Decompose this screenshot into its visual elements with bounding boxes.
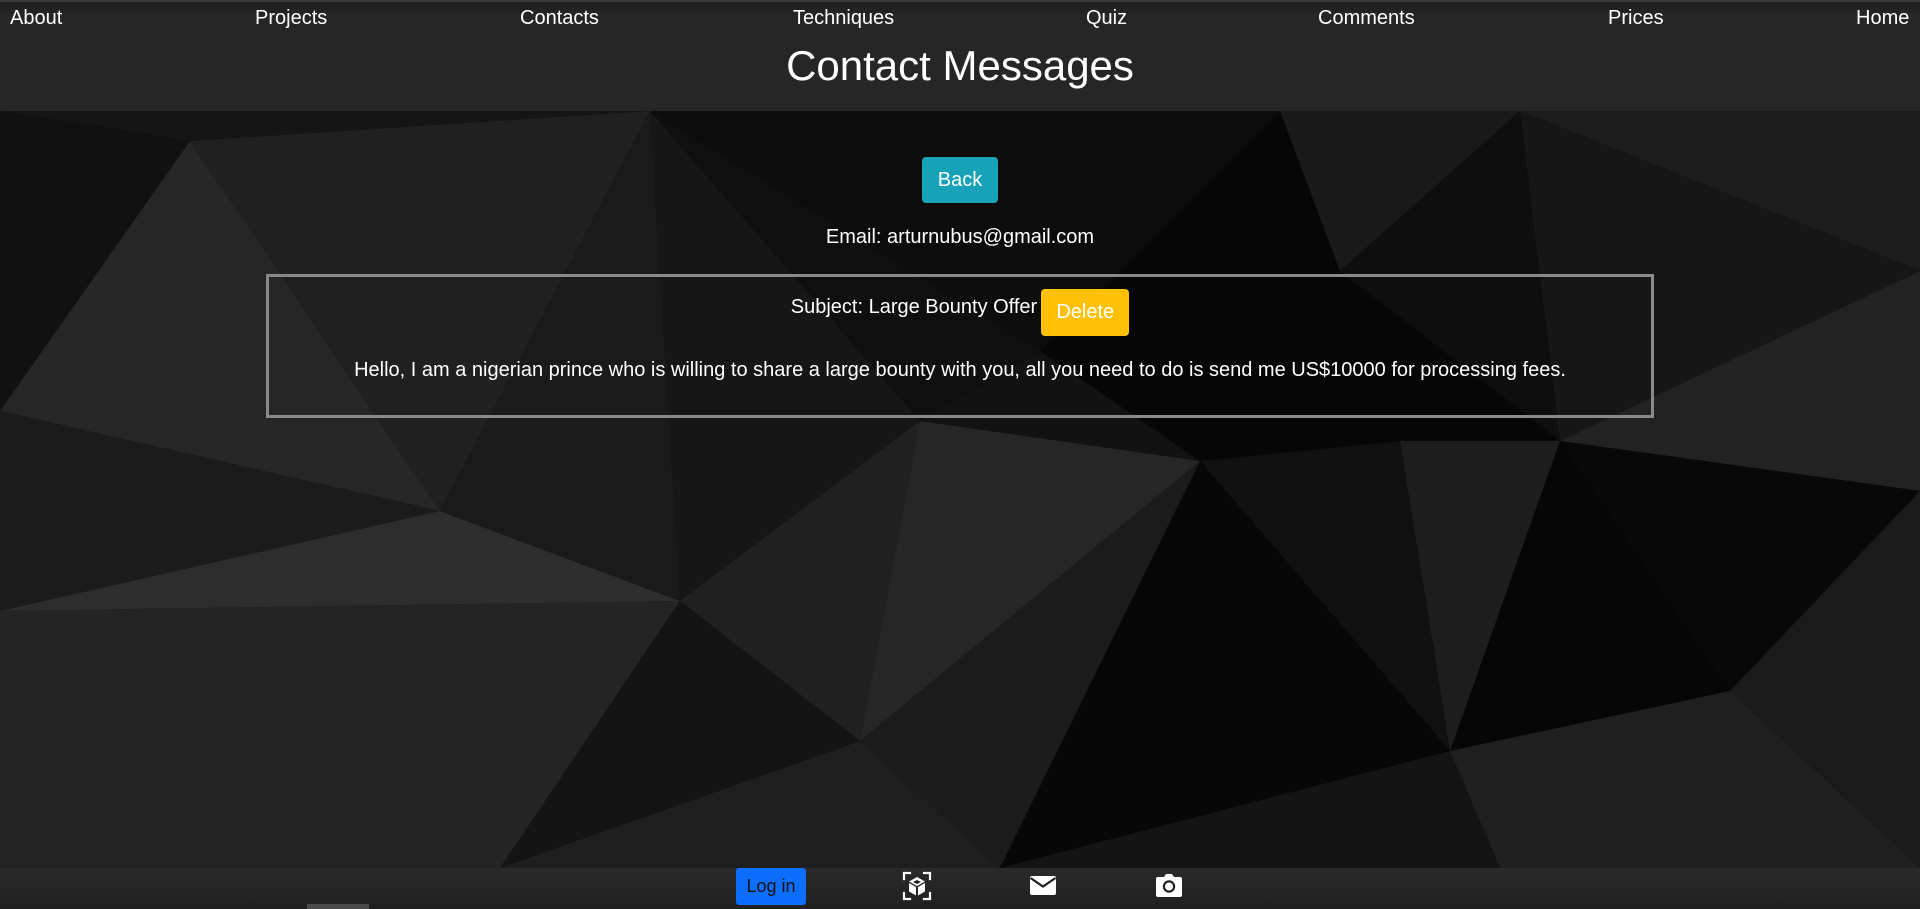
nav-item-comments[interactable]: Comments [1318,7,1415,30]
nav-item-contacts[interactable]: Contacts [520,7,599,30]
ar-cube-icon[interactable] [901,870,933,902]
subject-row: Subject: Large Bounty Offer Delete [269,289,1651,336]
background-polygons [0,111,1920,868]
delete-button[interactable]: Delete [1041,289,1130,336]
footer: Log in [0,868,1920,909]
back-button[interactable]: Back [922,157,998,203]
nav-item-prices[interactable]: Prices [1608,7,1664,30]
header: Contact Messages [0,37,1920,111]
nav-item-about[interactable]: About [10,7,62,30]
top-nav: About Projects Contacts Techniques Quiz … [0,0,1920,37]
nav-item-projects[interactable]: Projects [255,7,327,30]
nav-item-techniques[interactable]: Techniques [793,7,894,30]
camera-icon[interactable] [1153,870,1185,902]
login-button[interactable]: Log in [736,868,806,905]
message-body: Hello, I am a nigerian prince who is wil… [354,359,1566,381]
nav-item-home[interactable]: Home [1856,7,1909,30]
message-card: Subject: Large Bounty Offer Delete Hello,… [266,274,1654,418]
sender-email: Email: arturnubus@gmail.com [825,226,1095,248]
footer-tab-indicator [307,904,369,909]
message-subject: Subject: Large Bounty Offer [790,296,1038,318]
nav-item-quiz[interactable]: Quiz [1086,7,1127,30]
mail-icon[interactable] [1027,870,1059,902]
page-title: Contact Messages [786,42,1134,89]
page: About Projects Contacts Techniques Quiz … [0,0,1920,909]
